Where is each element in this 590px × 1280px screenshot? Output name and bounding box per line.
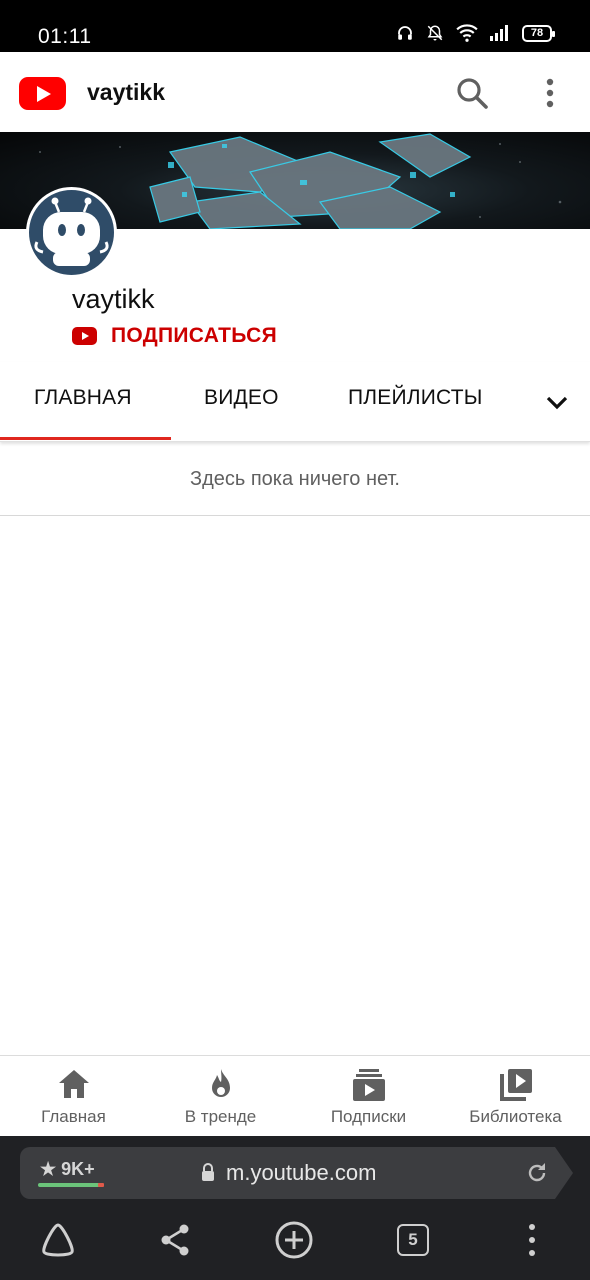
subscribe-label: ПОДПИСАТЬСЯ xyxy=(111,324,278,347)
bottom-nav: Главная В тренде Подписки Библиотека xyxy=(0,1055,590,1136)
youtube-small-icon xyxy=(72,327,97,345)
address-bar[interactable]: ★ 9K+ m.youtube.com xyxy=(20,1147,573,1199)
search-icon[interactable] xyxy=(453,74,491,112)
battery-indicator: 78 xyxy=(522,24,555,42)
header-title: vaytikk xyxy=(87,79,166,105)
url-text[interactable]: m.youtube.com xyxy=(226,1160,376,1186)
subscribe-button[interactable]: ПОДПИСАТЬСЯ xyxy=(72,320,277,352)
app-header: vaytikk xyxy=(0,52,590,132)
bell-off-icon xyxy=(427,25,443,41)
nav-trending-label: В тренде xyxy=(184,1107,257,1126)
wifi-icon xyxy=(456,24,478,42)
divider xyxy=(0,515,590,516)
status-icons: 78 xyxy=(396,24,555,42)
headphones-icon xyxy=(398,26,412,40)
lock-icon xyxy=(202,1163,214,1181)
nav-trending[interactable]: В тренде xyxy=(147,1056,294,1137)
site-rating[interactable]: ★ 9K+ xyxy=(40,1159,95,1180)
browser-toolbar: ★ 9K+ m.youtube.com 5 xyxy=(0,1136,590,1280)
subscriptions-icon xyxy=(352,1069,385,1101)
youtube-logo-icon[interactable] xyxy=(19,77,66,110)
nav-subscriptions-label: Подписки xyxy=(330,1107,407,1126)
rating-bar xyxy=(38,1183,104,1187)
tab-videos[interactable]: ВИДЕО xyxy=(204,386,279,410)
nav-library-label: Библиотека xyxy=(469,1107,562,1126)
channel-tabs: ГЛАВНАЯ ВИДЕО ПЛЕЙЛИСТЫ xyxy=(0,362,590,442)
flame-icon xyxy=(211,1069,230,1097)
nav-home[interactable]: Главная xyxy=(0,1056,147,1137)
status-bar: 01:11 78 xyxy=(0,0,590,52)
new-tab-icon[interactable] xyxy=(274,1220,314,1260)
more-vert-icon[interactable] xyxy=(532,74,568,112)
tab-playlists[interactable]: ПЛЕЙЛИСТЫ xyxy=(348,386,483,410)
signal-icon xyxy=(490,25,508,41)
browser-home-icon[interactable] xyxy=(38,1220,78,1260)
active-tab-indicator xyxy=(0,437,171,440)
channel-name: vaytikk xyxy=(72,284,155,314)
browser-menu-icon[interactable] xyxy=(512,1220,552,1260)
library-icon xyxy=(499,1069,532,1101)
reload-icon[interactable] xyxy=(525,1161,549,1185)
nav-home-label: Главная xyxy=(41,1107,106,1126)
empty-state-message: Здесь пока ничего нет. xyxy=(190,468,400,490)
home-icon xyxy=(58,1070,89,1098)
share-icon[interactable] xyxy=(156,1220,196,1260)
channel-avatar[interactable] xyxy=(26,187,117,278)
chevron-down-icon[interactable] xyxy=(542,388,572,418)
tab-home[interactable]: ГЛАВНАЯ xyxy=(34,386,132,410)
tabs-count-button[interactable]: 5 xyxy=(397,1224,429,1256)
nav-library[interactable]: Библиотека xyxy=(442,1056,589,1137)
nav-subscriptions[interactable]: Подписки xyxy=(295,1056,442,1137)
robot-avatar-icon xyxy=(34,197,109,266)
status-time: 01:11 xyxy=(38,25,92,48)
